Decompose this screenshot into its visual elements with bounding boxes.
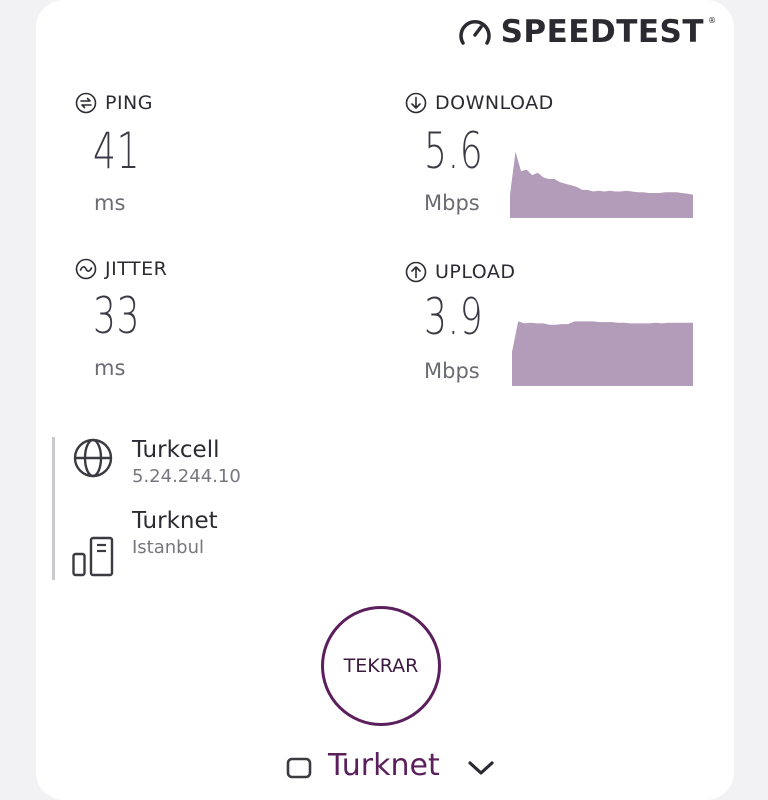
upload-label-text: UPLOAD [435,261,516,283]
server-small-icon [286,757,312,778]
upload-unit: Mbps [424,359,480,383]
download-graph-area [510,151,693,218]
jitter-unit: ms [94,356,126,380]
ping-unit: ms [94,191,126,215]
download-label-text: DOWNLOAD [435,92,554,114]
download-unit: Mbps [424,191,480,215]
logo-text: SPEEDTEST [500,14,704,50]
jitter-icon [75,258,97,280]
isp-ip: 5.24.244.10 [132,466,241,487]
again-button-label: TEKRAR [343,655,419,677]
ping-label-text: PING [105,92,153,114]
registered-mark: ® [708,15,716,25]
upload-label: UPLOAD [405,261,516,283]
server-location: Istanbul [132,537,205,558]
provider-selector[interactable]: Turknet [286,748,496,783]
server-name: Turknet [132,508,218,534]
speedtest-logo: SPEEDTEST ® [457,14,716,50]
ping-value: 41 [93,122,141,180]
jitter-label: JITTER [75,258,167,280]
isp-name: Turkcell [132,437,220,463]
again-button[interactable]: TEKRAR [321,606,441,726]
jitter-value: 33 [93,287,141,345]
upload-value: 3.9 [424,288,484,346]
server-icon [72,536,114,577]
chevron-down-icon [468,760,494,775]
connection-divider [52,437,55,580]
provider-name: Turknet [328,748,440,783]
download-icon [405,92,427,114]
jitter-label-text: JITTER [105,258,168,280]
download-label: DOWNLOAD [405,92,554,114]
ping-icon [75,92,97,114]
download-graph [510,151,693,218]
upload-graph-area [512,321,693,386]
upload-icon [405,261,427,283]
globe-icon [73,438,113,478]
upload-graph [512,321,693,386]
gauge-icon [458,20,491,45]
download-value: 5.6 [424,122,484,180]
ping-label: PING [75,92,153,114]
